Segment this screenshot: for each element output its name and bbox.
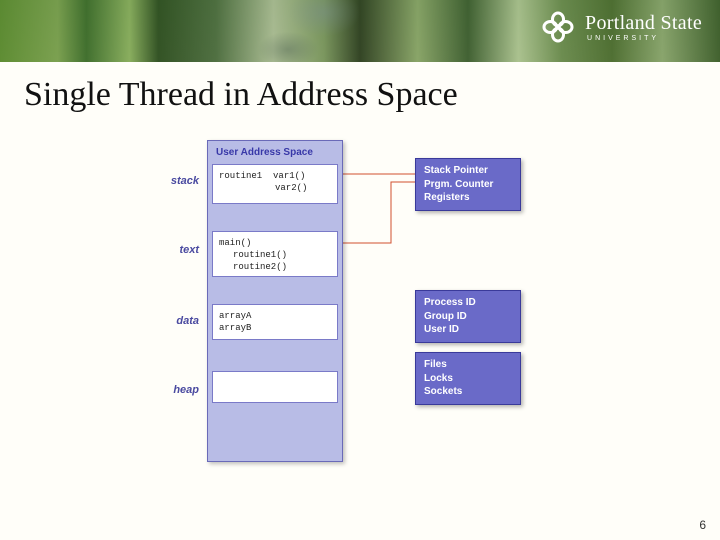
address-space-title: User Address Space	[208, 141, 342, 164]
box-io: Files Locks Sockets	[415, 352, 521, 405]
interlock-icon	[541, 10, 575, 44]
header-banner: Portland State UNIVERSITY	[0, 0, 720, 62]
box-ids: Process ID Group ID User ID	[415, 290, 521, 343]
institution-sub: UNIVERSITY	[587, 35, 702, 42]
stack-var2: var2()	[275, 182, 331, 194]
stack-routine: routine1	[219, 171, 262, 181]
ids-line-2: Group ID	[424, 310, 512, 324]
io-line-3: Sockets	[424, 385, 512, 399]
segment-text: main() routine1() routine2()	[212, 231, 338, 277]
data-line-2: arrayB	[219, 323, 251, 333]
slide-title: Single Thread in Address Space	[24, 76, 720, 114]
io-line-2: Locks	[424, 372, 512, 386]
institution-logo: Portland State UNIVERSITY	[541, 10, 702, 44]
regs-line-1: Stack Pointer	[424, 164, 512, 178]
stack-var1: var1()	[273, 171, 305, 181]
segment-stack: routine1 var1() var2()	[212, 164, 338, 204]
label-stack: stack	[171, 175, 199, 187]
user-address-space: User Address Space routine1 var1() var2(…	[207, 140, 343, 462]
regs-line-2: Prgm. Counter	[424, 178, 512, 192]
ids-line-1: Process ID	[424, 296, 512, 310]
institution-name: Portland State UNIVERSITY	[585, 13, 702, 42]
ids-line-3: User ID	[424, 323, 512, 337]
text-line-3: routine2()	[233, 261, 331, 273]
regs-line-3: Registers	[424, 191, 512, 205]
institution-main: Portland State	[585, 13, 702, 33]
page-number: 6	[699, 518, 706, 532]
segment-heap	[212, 371, 338, 403]
io-line-1: Files	[424, 358, 512, 372]
label-text: text	[179, 244, 199, 256]
label-data: data	[176, 315, 199, 327]
text-line-2: routine1()	[233, 249, 331, 261]
data-line-1: arrayA	[219, 311, 251, 321]
box-registers: Stack Pointer Prgm. Counter Registers	[415, 158, 521, 211]
label-heap: heap	[173, 384, 199, 396]
segment-data: arrayA arrayB	[212, 304, 338, 340]
text-line-1: main()	[219, 238, 251, 248]
address-space-diagram: stack text data heap User Address Space …	[145, 140, 575, 470]
